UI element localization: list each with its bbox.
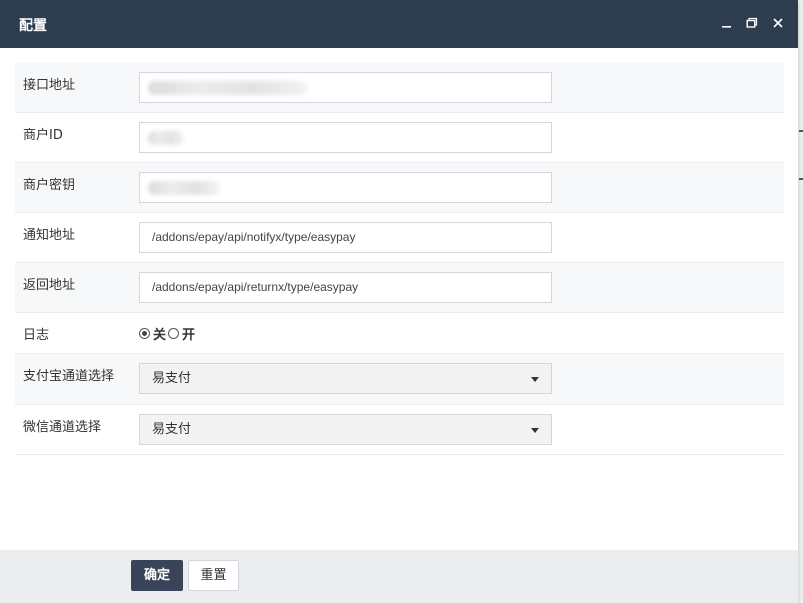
log-off-radio[interactable]: 关 <box>139 324 166 343</box>
maximize-icon[interactable] <box>742 13 762 33</box>
confirm-button[interactable]: 确定 <box>131 560 183 591</box>
form-row-wechat-channel: 微信通道选择 易支付 <box>15 405 784 455</box>
dialog-title: 配置 <box>19 18 47 34</box>
wechat-channel-value: 易支付 <box>152 422 192 437</box>
api-url-label: 接口地址 <box>23 78 76 93</box>
caret-down-icon <box>531 377 539 382</box>
background-edge-mark <box>799 130 803 132</box>
merchant-key-label: 商户密钥 <box>23 178 76 193</box>
config-dialog: 配置 接口地址 商户ID 商户密钥 通知地址 /addons/epay/api/… <box>0 0 798 603</box>
merchant-id-input[interactable] <box>139 122 552 153</box>
form-row-alipay-channel: 支付宝通道选择 易支付 <box>15 354 784 405</box>
log-radio-group: 关 开 <box>139 324 197 343</box>
background-edge-mark <box>799 178 803 180</box>
alipay-channel-label: 支付宝通道选择 <box>23 369 115 384</box>
dialog-footer: 确定 重置 <box>0 550 798 603</box>
dialog-titlebar[interactable]: 配置 <box>0 0 798 48</box>
log-on-label: 开 <box>182 328 196 343</box>
reset-button[interactable]: 重置 <box>188 560 239 591</box>
form-row-merchant-id: 商户ID <box>15 113 784 163</box>
log-on-radio[interactable]: 开 <box>168 324 195 343</box>
form-row-api-url: 接口地址 <box>15 63 784 113</box>
wechat-channel-label: 微信通道选择 <box>23 420 102 435</box>
log-label: 日志 <box>23 328 50 343</box>
api-url-input[interactable] <box>139 72 552 103</box>
form-row-merchant-key: 商户密钥 <box>15 163 784 213</box>
wechat-channel-select[interactable]: 易支付 <box>139 414 552 445</box>
log-off-label: 关 <box>153 328 167 343</box>
radio-checked-icon <box>139 328 150 339</box>
radio-unchecked-icon <box>168 328 180 339</box>
alipay-channel-select[interactable]: 易支付 <box>139 363 552 394</box>
notify-url-label: 通知地址 <box>23 228 76 243</box>
merchant-id-label: 商户ID <box>23 128 63 143</box>
close-icon[interactable] <box>768 13 788 33</box>
redacted-value <box>148 81 308 95</box>
notify-url-input[interactable]: /addons/epay/api/notifyx/type/easypay <box>139 222 552 253</box>
redacted-value <box>148 131 184 145</box>
caret-down-icon <box>531 428 539 433</box>
form-row-return-url: 返回地址 /addons/epay/api/returnx/type/easyp… <box>15 263 784 313</box>
return-url-input[interactable]: /addons/epay/api/returnx/type/easypay <box>139 272 552 303</box>
return-url-label: 返回地址 <box>23 278 76 293</box>
redacted-value <box>148 181 220 195</box>
form-row-notify-url: 通知地址 /addons/epay/api/notifyx/type/easyp… <box>15 213 784 263</box>
merchant-key-input[interactable] <box>139 172 552 203</box>
config-form: 接口地址 商户ID 商户密钥 通知地址 /addons/epay/api/not… <box>15 63 784 455</box>
form-row-log: 日志 关 开 <box>15 313 784 354</box>
minimize-icon[interactable] <box>717 13 737 33</box>
alipay-channel-value: 易支付 <box>152 371 192 386</box>
